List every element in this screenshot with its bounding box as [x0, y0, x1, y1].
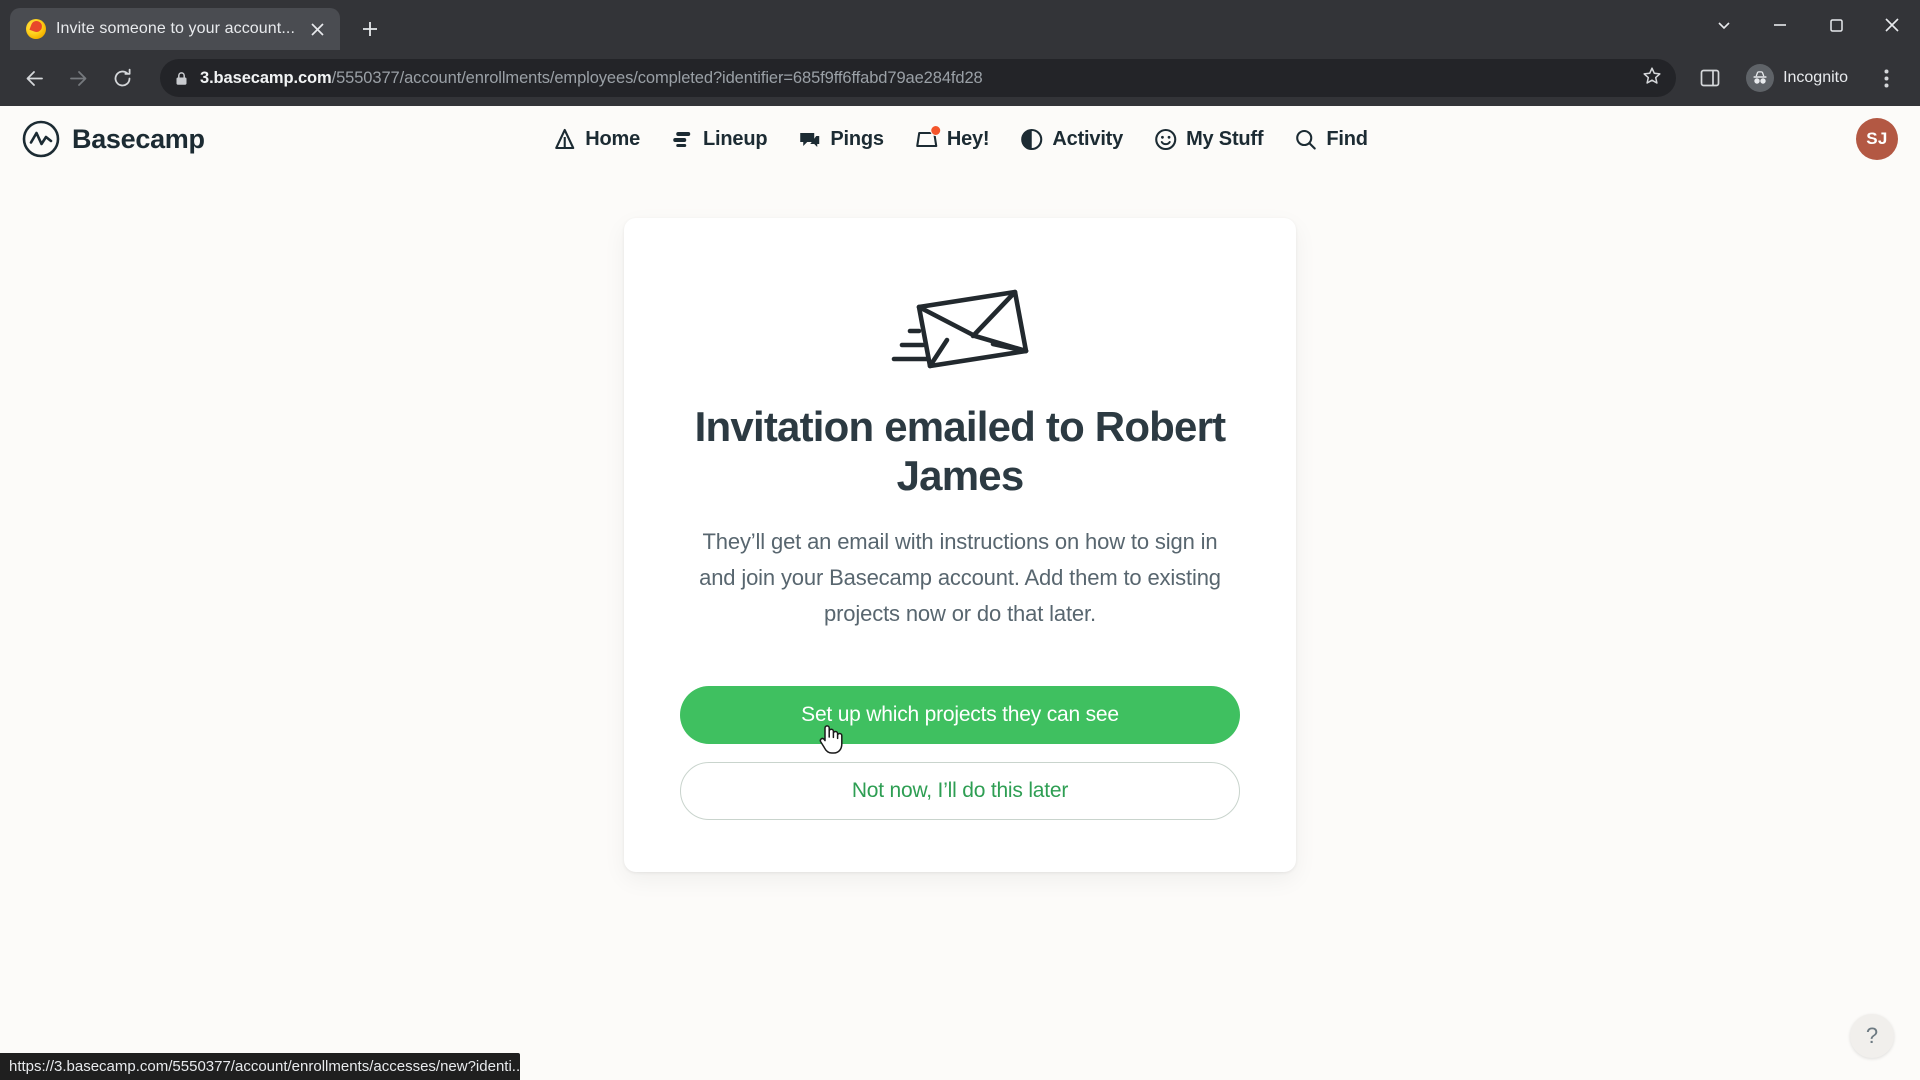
url-path: /5550377/account/enrollments/employees/c…: [331, 68, 983, 87]
nav-label-hey: Hey!: [946, 127, 990, 150]
page-content: Basecamp Home Lineup Pings Hey! Activity…: [0, 106, 1920, 1080]
envelope-icon: [680, 272, 1240, 384]
lock-icon: [174, 71, 189, 86]
window-close-icon[interactable]: [1864, 0, 1920, 50]
nav-item-my-stuff[interactable]: My Stuff: [1153, 127, 1264, 152]
avatar[interactable]: SJ: [1856, 118, 1898, 160]
kebab-menu-icon[interactable]: [1866, 58, 1906, 98]
card-description: They’ll get an email with instructions o…: [699, 529, 1221, 626]
basecamp-favicon: [26, 19, 46, 39]
help-button[interactable]: ?: [1850, 1014, 1894, 1058]
new-tab-button[interactable]: [352, 11, 388, 47]
nav-label-lineup: Lineup: [703, 127, 768, 150]
omnibox-actions: [1642, 66, 1662, 91]
incognito-icon: [1746, 64, 1775, 92]
url-domain: 3.basecamp.com: [200, 68, 332, 87]
activity-pie-icon: [1019, 127, 1044, 152]
browser-tab[interactable]: Invite someone to your account...: [10, 8, 340, 50]
maximize-icon[interactable]: [1808, 0, 1864, 50]
nav-item-home[interactable]: Home: [552, 127, 640, 152]
reload-icon[interactable]: [102, 58, 142, 98]
nav-label-home: Home: [585, 127, 641, 150]
hey-notification-badge: [929, 124, 941, 136]
my-stuff-smiley-icon: [1153, 127, 1178, 152]
nav-item-lineup[interactable]: Lineup: [670, 127, 768, 152]
incognito-indicator[interactable]: Incognito: [1740, 60, 1862, 96]
setup-projects-button[interactable]: Set up which projects they can see: [680, 685, 1240, 744]
side-panel-icon[interactable]: [1690, 58, 1730, 98]
nav-item-hey[interactable]: Hey!: [914, 124, 990, 152]
page-title: Invitation emailed to Robert James: [694, 403, 1226, 500]
star-icon[interactable]: [1642, 66, 1662, 91]
do-this-later-button[interactable]: Not now, I’ll do this later: [680, 761, 1240, 820]
minimize-icon[interactable]: [1752, 0, 1808, 50]
hey-tray-icon: [914, 124, 941, 152]
brand[interactable]: Basecamp: [22, 120, 205, 158]
address-bar[interactable]: 3.basecamp.com/5550377/account/enrollmen…: [160, 59, 1677, 97]
nav-item-find[interactable]: Find: [1293, 127, 1368, 152]
search-icon: [1293, 127, 1318, 152]
back-arrow-icon[interactable]: [14, 58, 54, 98]
nav-label-find: Find: [1326, 127, 1368, 150]
home-tent-icon: [552, 127, 577, 152]
forward-arrow-icon[interactable]: [58, 58, 98, 98]
nav-label-pings: Pings: [830, 127, 884, 150]
window-controls: [1696, 0, 1920, 50]
app-header: Basecamp Home Lineup Pings Hey! Activity…: [0, 106, 1920, 172]
browser-window: Invite someone to your account... 3.base…: [0, 0, 1920, 1080]
nav-label-activity: Activity: [1052, 127, 1124, 150]
close-icon[interactable]: [304, 16, 330, 42]
nav-label-my-stuff: My Stuff: [1186, 127, 1264, 150]
invitation-card: Invitation emailed to Robert James They’…: [624, 218, 1296, 872]
browser-toolbar: 3.basecamp.com/5550377/account/enrollmen…: [0, 50, 1920, 106]
chevron-down-icon[interactable]: [1696, 0, 1752, 50]
nav-item-activity[interactable]: Activity: [1019, 127, 1123, 152]
status-bar-url: https://3.basecamp.com/5550377/account/e…: [0, 1053, 520, 1080]
pings-chat-icon: [797, 127, 822, 152]
card-container: Invitation emailed to Robert James They’…: [0, 172, 1920, 872]
incognito-label: Incognito: [1783, 69, 1848, 86]
nav-item-pings[interactable]: Pings: [797, 127, 884, 152]
lineup-icon: [670, 127, 695, 152]
brand-name: Basecamp: [72, 123, 205, 154]
basecamp-logo-icon: [22, 120, 60, 158]
tab-strip: Invite someone to your account...: [0, 0, 1920, 50]
url-text: 3.basecamp.com/5550377/account/enrollmen…: [200, 69, 1631, 88]
tab-title: Invite someone to your account...: [56, 20, 294, 37]
main-nav: Home Lineup Pings Hey! Activity My Stuff…: [552, 124, 1368, 152]
